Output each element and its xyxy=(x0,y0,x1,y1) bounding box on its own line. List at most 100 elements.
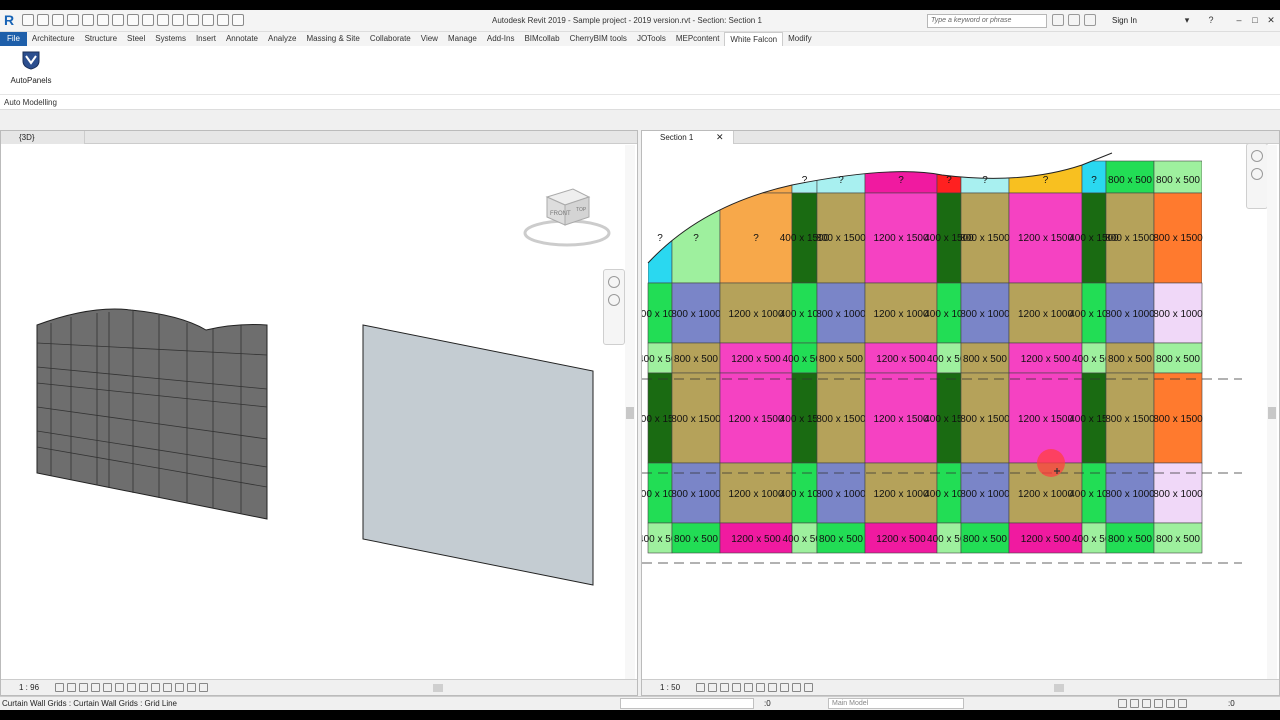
panel-top-2[interactable] xyxy=(719,160,793,194)
help-icon[interactable]: ? xyxy=(1204,14,1218,26)
visual-style-icon[interactable] xyxy=(708,683,717,692)
show-crop-icon[interactable] xyxy=(127,683,136,692)
lock-view-icon[interactable] xyxy=(139,683,148,692)
section-canvas[interactable]: ?? ??400 x 1500?800 x 1500?1200 x 1500?40… xyxy=(642,145,1242,681)
store-icon[interactable]: ▾ xyxy=(1180,14,1194,26)
detail-level-icon[interactable] xyxy=(55,683,64,692)
tab-white-falcon[interactable]: White Falcon xyxy=(724,32,784,46)
sign-in-link[interactable]: Sign In xyxy=(1112,16,1137,25)
redo-icon[interactable] xyxy=(82,14,94,26)
select-pinned-icon[interactable] xyxy=(1142,699,1151,708)
tab-cherrybim-tools[interactable]: CherryBIM tools xyxy=(565,32,632,46)
binoculars-icon[interactable] xyxy=(1052,14,1064,26)
reveal-hidden-icon[interactable] xyxy=(792,683,801,692)
view-section-vertical-scrollbar[interactable] xyxy=(1267,145,1277,679)
tab-add-ins[interactable]: Add-Ins xyxy=(482,32,520,46)
sync-icon[interactable] xyxy=(52,14,64,26)
tab-insert[interactable]: Insert xyxy=(191,32,221,46)
flat-wall-3d[interactable] xyxy=(362,324,594,586)
steering-wheel-icon[interactable] xyxy=(608,276,620,288)
tab-systems[interactable]: Systems xyxy=(150,32,191,46)
tab-massing-site[interactable]: Massing & Site xyxy=(301,32,364,46)
tab-view[interactable]: View xyxy=(416,32,443,46)
view-section-scroll-thumb[interactable] xyxy=(1268,407,1276,419)
search-input[interactable]: Type a keyword or phrase xyxy=(927,14,1047,28)
drag-elements-icon[interactable] xyxy=(1166,699,1175,708)
reveal-hidden-icon[interactable] xyxy=(163,683,172,692)
worksharing-icon[interactable] xyxy=(175,683,184,692)
tab-analyze[interactable]: Analyze xyxy=(263,32,301,46)
temporary-hide-icon[interactable] xyxy=(151,683,160,692)
view-section-scale[interactable]: 1 : 50 xyxy=(660,683,680,692)
tab-annotate[interactable]: Annotate xyxy=(221,32,263,46)
tab-modify[interactable]: Modify xyxy=(783,32,817,46)
view-section-horizontal-scroll-thumb[interactable] xyxy=(1054,684,1064,692)
view-3d-vertical-scrollbar[interactable] xyxy=(625,145,635,679)
tab-architecture[interactable]: Architecture xyxy=(27,32,80,46)
sun-path-icon[interactable] xyxy=(720,683,729,692)
dimension-icon[interactable] xyxy=(127,14,139,26)
highlight-icon[interactable] xyxy=(199,683,208,692)
open-icon[interactable] xyxy=(22,14,34,26)
sun-path-icon[interactable] xyxy=(79,683,88,692)
close-icon[interactable]: ✕ xyxy=(1264,14,1278,26)
tab-steel[interactable]: Steel xyxy=(122,32,150,46)
view-section[interactable]: Section 1 ✕ ???? 400 x 1500? 800 x 1500? 12… xyxy=(641,130,1280,696)
crop-view-icon[interactable] xyxy=(115,683,124,692)
tab-mepcontent[interactable]: MEPcontent xyxy=(671,32,725,46)
panel-top-1[interactable] xyxy=(671,160,721,194)
measure-icon[interactable] xyxy=(112,14,124,26)
view-section-tab[interactable]: Section 1 ✕ xyxy=(642,131,734,144)
view-3d-horizontal-scroll-thumb[interactable] xyxy=(433,684,443,692)
tab-manage[interactable]: Manage xyxy=(443,32,482,46)
navigation-bar-section[interactable] xyxy=(1246,143,1268,209)
background-process-icon[interactable] xyxy=(1178,699,1187,708)
autopanels-button[interactable]: AutoPanels xyxy=(8,50,54,85)
revit-logo-icon[interactable]: R xyxy=(4,12,18,28)
panel-top-0[interactable] xyxy=(648,160,673,194)
navigation-bar-3d[interactable] xyxy=(603,269,625,345)
temporary-hide-icon[interactable] xyxy=(780,683,789,692)
tag-icon[interactable] xyxy=(142,14,154,26)
tab-structure[interactable]: Structure xyxy=(80,32,122,46)
close-tab-icon[interactable]: ✕ xyxy=(716,132,724,143)
subscription-icon[interactable] xyxy=(1068,14,1080,26)
tab-jotools[interactable]: JOTools xyxy=(632,32,671,46)
save-icon[interactable] xyxy=(37,14,49,26)
design-option-dropdown[interactable]: Main Model xyxy=(828,698,964,709)
3d-view-icon[interactable] xyxy=(172,14,184,26)
workset-dropdown[interactable] xyxy=(620,698,754,709)
lock-view-icon[interactable] xyxy=(768,683,777,692)
analytical-icon[interactable] xyxy=(187,683,196,692)
tab-file[interactable]: File xyxy=(0,32,27,46)
select-underlay-icon[interactable] xyxy=(1130,699,1139,708)
tab-collaborate[interactable]: Collaborate xyxy=(365,32,416,46)
view-3d-canvas[interactable]: FRONT TOP xyxy=(1,145,637,681)
steering-wheel-icon[interactable] xyxy=(1251,150,1263,162)
shadows-icon[interactable] xyxy=(91,683,100,692)
zoom-icon[interactable] xyxy=(608,294,620,306)
text-icon[interactable] xyxy=(157,14,169,26)
minimize-icon[interactable]: – xyxy=(1232,14,1246,26)
select-by-face-icon[interactable] xyxy=(1154,699,1163,708)
select-links-icon[interactable] xyxy=(1118,699,1127,708)
visual-style-icon[interactable] xyxy=(67,683,76,692)
maximize-icon[interactable]: □ xyxy=(1248,14,1262,26)
view-3d-tab[interactable]: {3D} xyxy=(1,131,85,144)
tab-bimcollab[interactable]: BIMcollab xyxy=(519,32,564,46)
view-3d[interactable]: {3D} FRONT TOP 1: 96 xyxy=(0,130,638,696)
switch-windows-icon[interactable] xyxy=(232,14,244,26)
favorites-star-icon[interactable] xyxy=(1084,14,1096,26)
view-cube[interactable]: FRONT TOP xyxy=(523,188,611,247)
shadows-icon[interactable] xyxy=(732,683,741,692)
view-3d-scroll-thumb[interactable] xyxy=(626,407,634,419)
thin-lines-icon[interactable] xyxy=(202,14,214,26)
highlight-icon[interactable] xyxy=(804,683,813,692)
crop-view-icon[interactable] xyxy=(744,683,753,692)
print-icon[interactable] xyxy=(97,14,109,26)
show-crop-icon[interactable] xyxy=(756,683,765,692)
close-hidden-icon[interactable] xyxy=(217,14,229,26)
render-icon[interactable] xyxy=(103,683,112,692)
section-icon[interactable] xyxy=(187,14,199,26)
undo-icon[interactable] xyxy=(67,14,79,26)
